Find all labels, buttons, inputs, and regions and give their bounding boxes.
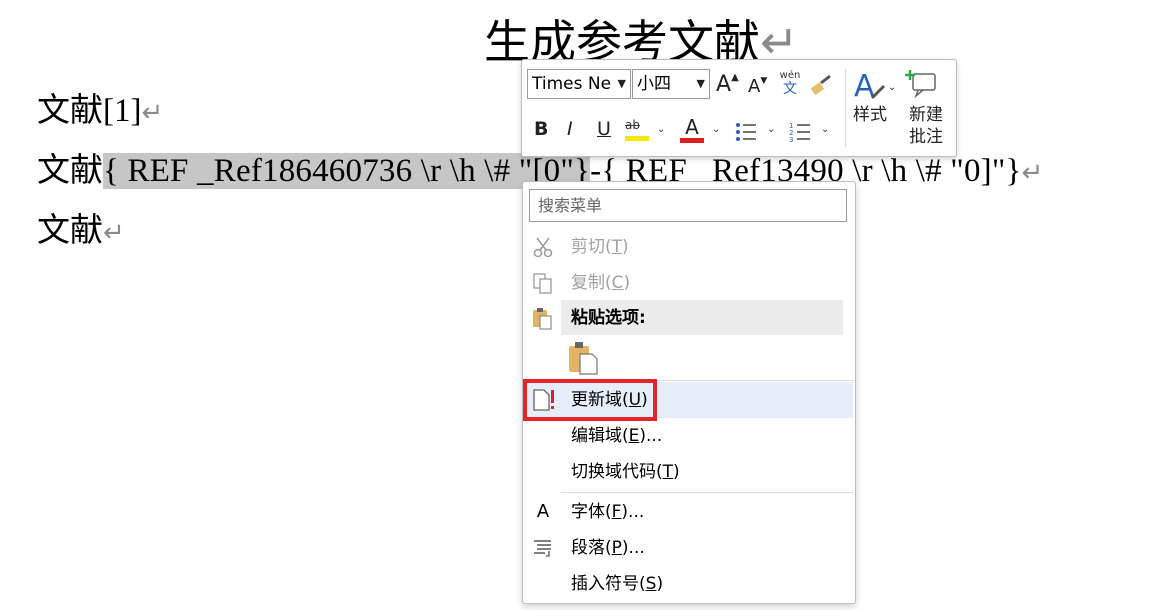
- line-prefix: 文献: [37, 213, 103, 249]
- chevron-down-icon[interactable]: ⌄: [657, 124, 665, 135]
- numbered-list-icon: 1 2 3: [789, 122, 810, 144]
- paste-options-label: 粘贴选项:: [561, 300, 843, 335]
- line-prefix: 文献: [37, 93, 103, 129]
- new-comment-icon: [905, 70, 936, 99]
- toggle-codes-tail: ): [673, 462, 680, 482]
- bold-icon: B: [534, 118, 549, 140]
- mini-toolbar: Times Ne ▼ 小四 ▼ A▲ A▼ wén 文 A ⌄ 样式 新建 批注…: [521, 59, 957, 157]
- svg-text:3: 3: [789, 136, 793, 144]
- numbering-button[interactable]: 1 2 3: [788, 120, 812, 144]
- copy-accel: C: [611, 273, 624, 293]
- toolbar-divider: [845, 68, 846, 148]
- toggle-codes-accel: T: [662, 462, 674, 482]
- dropdown-arrow-icon: ▼: [617, 77, 626, 90]
- styles-label: 样式: [853, 105, 887, 125]
- paragraph-mark: ↵: [141, 98, 164, 128]
- chevron-down-icon[interactable]: ⌄: [767, 124, 775, 135]
- cut-tail: ): [622, 237, 629, 257]
- dropdown-arrow-icon: ▼: [696, 77, 705, 90]
- paragraph-mark: ↵: [103, 218, 125, 248]
- field-code-selected[interactable]: { REF _Ref186460736 \r \h \# "[0"}: [103, 153, 591, 189]
- font-icon: A: [536, 501, 550, 522]
- highlight-color-swatch: [625, 136, 649, 141]
- paste-icon: [531, 306, 555, 330]
- doc-line-3[interactable]: 文献↵: [37, 208, 125, 256]
- font-color-icon: A: [685, 115, 699, 139]
- clipboard-icon: [569, 342, 598, 375]
- highlight-annotation-box: [523, 379, 657, 421]
- phonetic-char: 文: [783, 81, 797, 97]
- shrink-font-button[interactable]: A▼: [748, 76, 767, 97]
- svg-text:⌄: ⌄: [888, 82, 896, 93]
- new-comment-label-2: 批注: [909, 127, 943, 147]
- scissors-icon: [531, 235, 555, 259]
- italic-button[interactable]: I: [567, 118, 573, 140]
- font-label: 字体(: [571, 502, 612, 522]
- styles-button[interactable]: A ⌄ 样式: [850, 68, 898, 150]
- insert-symbol-tail: ): [656, 574, 664, 594]
- styles-icon: A ⌄: [854, 69, 896, 104]
- paste-options-header: 粘贴选项:: [523, 300, 853, 335]
- font-color-swatch: [680, 138, 704, 143]
- menu-item-edit-field[interactable]: 编辑域(E)...: [523, 418, 853, 454]
- menu-item-insert-symbol[interactable]: 插入符号(S): [523, 566, 853, 602]
- menu-item-copy[interactable]: 复制(C): [523, 265, 853, 301]
- highlight-icon: ab: [625, 118, 640, 132]
- italic-icon: I: [567, 118, 573, 140]
- font-tail: )...: [621, 502, 645, 522]
- shrink-font-icon: A: [748, 76, 761, 97]
- phonetic-pinyin: wén: [779, 70, 801, 81]
- edit-field-label: 编辑域(: [571, 426, 629, 446]
- bold-button[interactable]: B: [534, 118, 548, 140]
- edit-field-tail: )...: [639, 426, 663, 446]
- phonetic-guide-button[interactable]: wén 文: [778, 70, 802, 97]
- underline-icon: U: [597, 118, 611, 140]
- grow-font-icon: A: [716, 72, 732, 97]
- menu-search-input[interactable]: 搜索菜单: [529, 189, 847, 222]
- font-accel: F: [611, 502, 622, 522]
- new-comment-label-1: 新建: [909, 105, 943, 125]
- menu-item-cut[interactable]: 剪切(T): [523, 229, 853, 265]
- font-size-select[interactable]: 小四 ▼: [632, 69, 710, 99]
- copy-icon: [531, 271, 555, 295]
- chevron-down-icon[interactable]: ⌄: [712, 124, 720, 135]
- cut-accel: T: [611, 237, 623, 257]
- insert-symbol-label: 插入符号(: [571, 574, 646, 594]
- edit-field-accel: E: [628, 426, 640, 446]
- menu-item-paragraph[interactable]: 段落(P)...: [523, 530, 853, 566]
- paragraph-tail: )...: [621, 538, 645, 558]
- menu-item-font[interactable]: A 字体(F)...: [523, 494, 853, 530]
- paragraph-label: 段落(: [571, 538, 612, 558]
- highlight-button[interactable]: ab: [625, 118, 651, 146]
- font-name-select[interactable]: Times Ne ▼: [527, 69, 631, 99]
- toggle-codes-label: 切换域代码(: [571, 462, 663, 482]
- menu-separator: [561, 492, 853, 493]
- search-placeholder: 搜索菜单: [538, 196, 603, 215]
- bullets-button[interactable]: [734, 120, 758, 144]
- cut-label: 剪切(: [571, 237, 612, 257]
- menu-item-toggle-field-codes[interactable]: 切换域代码(T): [523, 454, 853, 490]
- paragraph-accel: P: [611, 538, 622, 558]
- paragraph-icon: [531, 536, 555, 560]
- format-painter-icon: [810, 74, 831, 96]
- font-color-button[interactable]: A: [679, 116, 705, 146]
- chevron-down-icon[interactable]: ⌄: [821, 124, 829, 135]
- bullet-list-icon: [736, 123, 756, 141]
- new-comment-button[interactable]: 新建 批注: [904, 68, 952, 150]
- copy-tail: ): [623, 273, 631, 293]
- grow-font-button[interactable]: A▲: [716, 72, 739, 97]
- underline-button[interactable]: U: [597, 118, 611, 140]
- line-text: [1]: [103, 93, 142, 129]
- copy-label: 复制(: [571, 273, 612, 293]
- doc-line-1[interactable]: 文献[1]↵: [37, 88, 163, 136]
- paragraph-mark: ↵: [1021, 158, 1044, 188]
- format-painter-button[interactable]: [809, 73, 833, 97]
- line-prefix: 文献: [37, 153, 103, 189]
- font-name-value: Times Ne: [532, 74, 612, 94]
- paste-keep-text-button[interactable]: [567, 340, 599, 376]
- font-size-value: 小四: [637, 74, 671, 94]
- insert-symbol-accel: S: [645, 574, 657, 594]
